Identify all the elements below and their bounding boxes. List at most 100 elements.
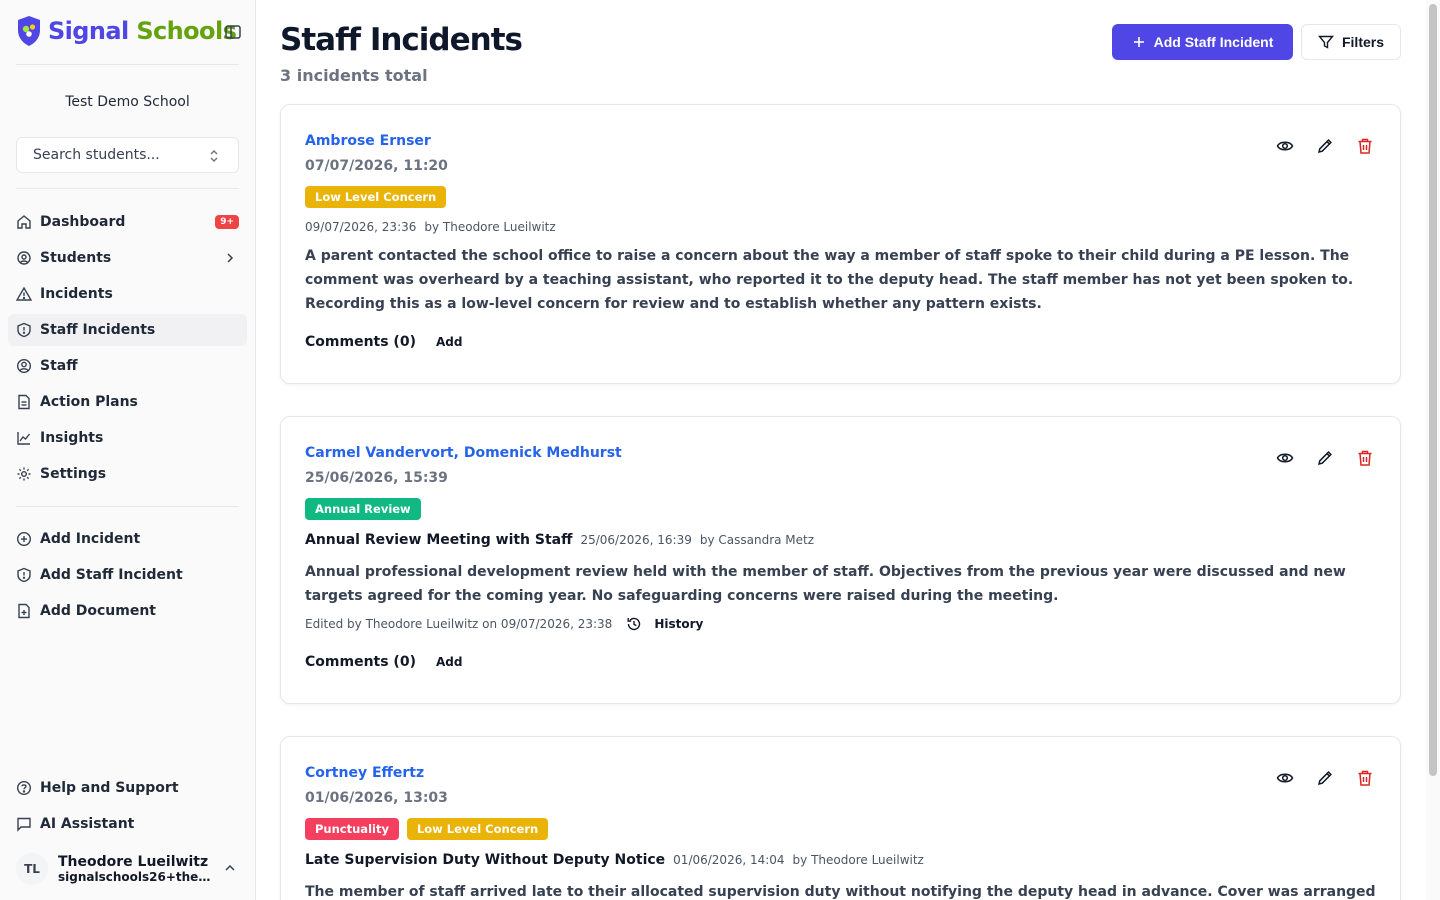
tag-punctuality: Punctuality (305, 818, 399, 840)
chevron-up-icon (225, 864, 235, 871)
add-staff-incident-label: Add Staff Incident (1153, 34, 1274, 50)
staff-name-links: Cortney Effertz (305, 765, 424, 781)
document-icon (18, 394, 30, 410)
add-comment-button[interactable]: Add (436, 335, 462, 349)
nav-label: Add Incident (40, 531, 141, 547)
sidebar-divider (16, 506, 239, 507)
nav-insights[interactable]: Insights (8, 422, 247, 454)
nav-incidents[interactable]: Incidents (8, 278, 247, 310)
user-email: signalschools26+theodo... (58, 870, 218, 884)
warning-icon (16, 286, 32, 301)
tag-low-level-concern: Low Level Concern (305, 186, 447, 208)
view-eye-icon[interactable] (1276, 769, 1294, 787)
entry-author: by Cassandra Metz (699, 533, 815, 547)
incident-description: A parent contacted the school office to … (305, 248, 1354, 312)
incident-description: Annual professional development review h… (305, 564, 1346, 604)
nav-staff-incidents[interactable]: Staff Incidents (8, 314, 247, 346)
delete-trash-icon[interactable] (1356, 769, 1374, 787)
incident-card: Carmel Vandervort, Domenick Medhurst 25/… (280, 416, 1401, 704)
chevron-right-icon (227, 253, 234, 263)
nav-label: Dashboard (40, 214, 126, 230)
nav-label: Staff (40, 358, 78, 374)
entry-meta: Annual Review Meeting with Staff 25/06/2… (305, 532, 814, 548)
add-staff-incident-button[interactable]: Add Staff Incident (1112, 24, 1293, 60)
comments-label: Comments (0) (305, 654, 416, 670)
staff-link[interactable]: Carmel Vandervort (305, 445, 454, 461)
nav-label: Insights (40, 430, 104, 446)
history-button[interactable]: History (626, 616, 703, 632)
sidebar-divider (16, 64, 239, 65)
edit-pencil-icon[interactable] (1316, 769, 1334, 787)
user-circle-icon (16, 358, 32, 374)
staff-link[interactable]: Domenick Medhurst (464, 445, 622, 461)
entry-date: 09/07/2026, 23:36 (305, 220, 417, 234)
nav-dashboard[interactable]: Dashboard 9+ (8, 206, 247, 238)
incident-count: 3 incidents total (280, 66, 428, 85)
nav-action-plans[interactable]: Action Plans (8, 386, 247, 418)
tag-annual-review: Annual Review (305, 498, 421, 520)
staff-name-links: Carmel Vandervort, Domenick Medhurst (305, 445, 622, 461)
staff-name-links: Ambrose Ernser (305, 133, 431, 149)
quick-add-staff-incident[interactable]: Add Staff Incident (8, 559, 247, 591)
filters-label: Filters (1341, 34, 1384, 50)
staff-separator: , (453, 445, 464, 461)
nav-label: Incidents (40, 286, 113, 302)
nav-ai-assistant[interactable]: AI Assistant (8, 808, 247, 840)
entry-meta: Late Supervision Duty Without Deputy Not… (305, 852, 924, 868)
quick-add-document[interactable]: Add Document (8, 595, 247, 627)
sidebar-toggle-icon[interactable] (224, 23, 242, 41)
students-icon (17, 251, 31, 265)
staff-link[interactable]: Cortney Effertz (305, 765, 424, 781)
entry-date: 01/06/2026, 14:04 (673, 853, 785, 867)
edit-pencil-icon[interactable] (1316, 137, 1334, 155)
nav-staff[interactable]: Staff (8, 350, 247, 382)
student-search-combobox[interactable]: Search students... (16, 137, 239, 173)
brand-name-part1: Signal (48, 17, 129, 45)
edit-pencil-icon[interactable] (1316, 449, 1334, 467)
nav-settings[interactable]: Settings (8, 458, 247, 490)
entry-author: by Theodore Lueilwitz (792, 853, 924, 867)
tag-list: Annual Review (305, 498, 421, 520)
nav-label: Help and Support (40, 780, 179, 796)
chevrons-up-down-icon (210, 150, 218, 162)
delete-trash-icon[interactable] (1356, 137, 1374, 155)
nav-help-support[interactable]: Help and Support (8, 772, 247, 804)
quick-add-incident[interactable]: Add Incident (8, 523, 247, 555)
nav-label: Settings (40, 466, 107, 482)
staff-link[interactable]: Ambrose Ernser (305, 133, 431, 149)
student-search-placeholder: Search students... (33, 147, 160, 163)
brand-name: Signal Schools (48, 17, 237, 45)
brand-name-part2: Schools (136, 17, 237, 45)
view-eye-icon[interactable] (1276, 137, 1294, 155)
tag-list: Low Level Concern (305, 186, 447, 208)
edit-info: Edited by Theodore Lueilwitz on 09/07/20… (305, 616, 703, 632)
filters-button[interactable]: Filters (1301, 24, 1401, 60)
add-comment-button[interactable]: Add (436, 655, 462, 669)
home-icon (17, 215, 31, 229)
nav-students[interactable]: Students (8, 242, 247, 274)
page-scrollbar[interactable] (1426, 0, 1440, 900)
delete-trash-icon[interactable] (1356, 449, 1374, 467)
chart-icon (17, 432, 31, 445)
card-actions (1276, 449, 1374, 467)
scrollbar-thumb[interactable] (1429, 4, 1437, 776)
edited-by-text: Edited by Theodore Lueilwitz on 09/07/20… (305, 617, 613, 631)
card-actions (1276, 137, 1374, 155)
nav-label: Action Plans (40, 394, 138, 410)
signal-schools-logo-icon (18, 16, 40, 46)
sidebar: Signal Schools Test Demo School Search s… (0, 0, 256, 900)
incident-card: Cortney Effertz 01/06/2026, 13:03 Punctu… (280, 736, 1401, 900)
brand[interactable]: Signal Schools (16, 14, 237, 48)
user-menu[interactable]: TL Theodore Lueilwitz signalschools26+th… (16, 849, 239, 889)
view-eye-icon[interactable] (1276, 449, 1294, 467)
main-content: Staff Incidents 3 incidents total Add St… (256, 0, 1426, 900)
school-name: Test Demo School (65, 94, 190, 110)
shield-icon (17, 322, 31, 338)
plus-circle-icon (16, 531, 32, 547)
incident-card: Ambrose Ernser 07/07/2026, 11:20 Low Lev… (280, 104, 1401, 384)
chat-icon (17, 817, 31, 832)
history-icon (627, 617, 641, 631)
entry-date: 25/06/2026, 16:39 (580, 533, 692, 547)
plus-icon (1133, 37, 1144, 47)
comments-label: Comments (0) (305, 334, 416, 350)
